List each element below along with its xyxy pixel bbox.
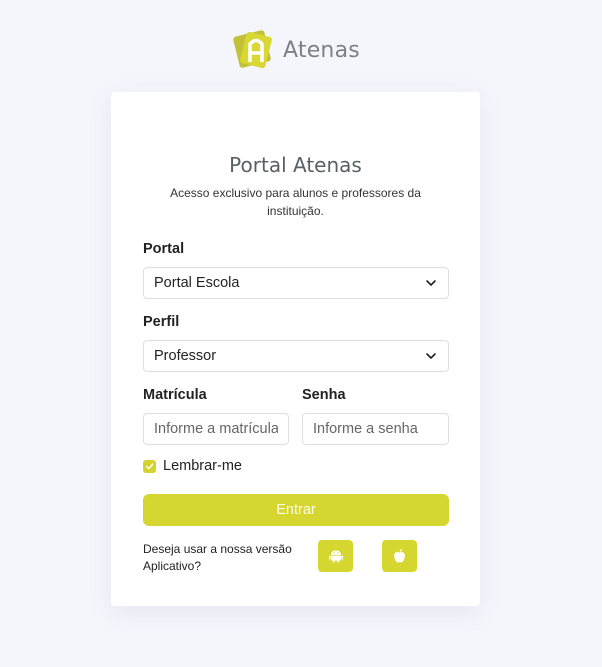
remember-me-checkbox[interactable]: Lembrar-me — [143, 458, 242, 474]
entrar-button[interactable]: Entrar — [143, 494, 449, 526]
senha-label: Senha — [302, 387, 346, 403]
atenas-logo-icon — [233, 30, 272, 69]
brand-logo: Atenas — [231, 28, 360, 72]
senha-input[interactable] — [302, 413, 449, 445]
perfil-label: Perfil — [143, 314, 180, 330]
matricula-label: Matrícula — [143, 387, 207, 403]
remember-me-label: Lembrar-me — [163, 458, 242, 474]
ios-app-button[interactable] — [382, 540, 417, 572]
checkbox-checked-icon[interactable] — [143, 459, 156, 473]
app-prompt: Deseja usar a nossa versão Aplicativo? — [143, 542, 292, 573]
login-card: Portal Atenas Acesso exclusivo para alun… — [111, 92, 480, 606]
android-icon — [328, 550, 343, 563]
portal-label: Portal — [143, 241, 185, 257]
brand-name: Atenas — [283, 37, 360, 63]
page-title: Portal Atenas — [229, 153, 362, 177]
apple-icon — [394, 549, 405, 563]
chevron-down-icon — [426, 353, 436, 359]
portal-select-value: Portal Escola — [154, 275, 240, 291]
portal-select[interactable]: Portal Escola — [143, 267, 449, 299]
android-app-button[interactable] — [318, 540, 353, 572]
matricula-input[interactable] — [143, 413, 289, 445]
perfil-select-value: Professor — [154, 348, 217, 364]
perfil-select[interactable]: Professor — [143, 340, 449, 372]
chevron-down-icon — [426, 280, 436, 286]
page-subtitle: Acesso exclusivo para alunos e professor… — [170, 186, 421, 218]
